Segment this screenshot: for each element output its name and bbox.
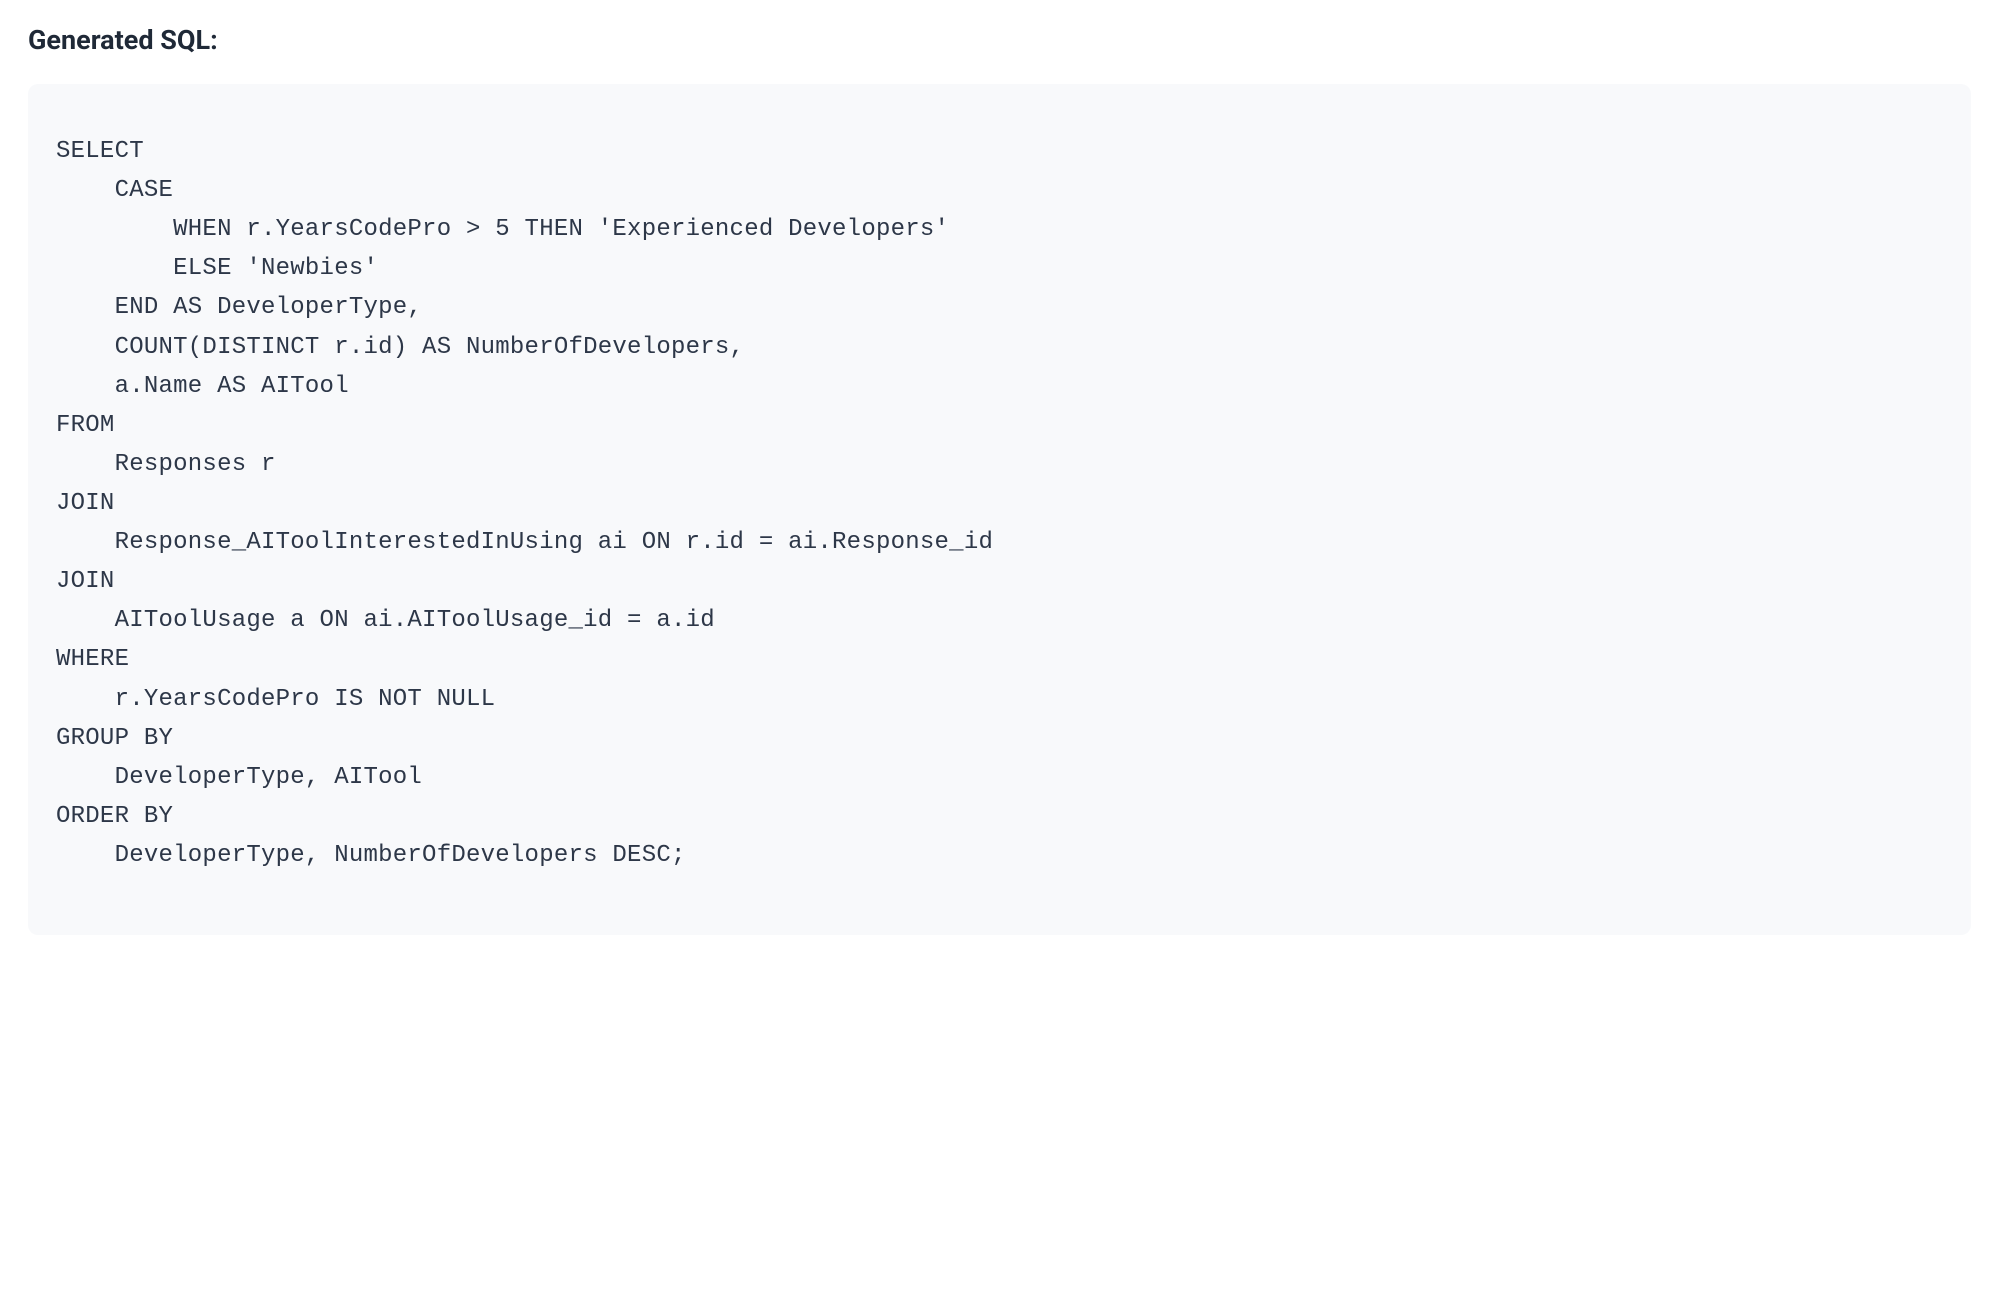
- section-heading: Generated SQL:: [28, 24, 1971, 56]
- sql-code-block: SELECT CASE WHEN r.YearsCodePro > 5 THEN…: [28, 84, 1971, 935]
